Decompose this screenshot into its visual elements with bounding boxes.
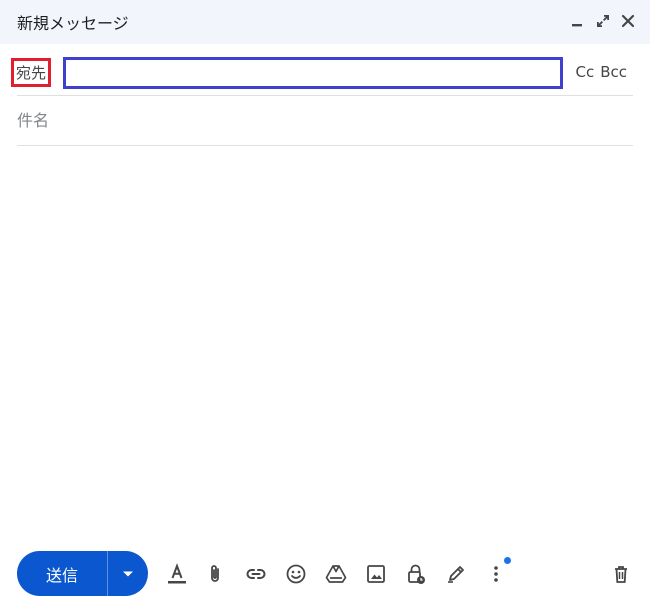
send-button-group: 送信	[17, 551, 148, 596]
close-button[interactable]	[617, 10, 639, 32]
discard-draft-button[interactable]	[609, 562, 633, 586]
cc-bcc-links: Cc Bcc	[575, 63, 627, 81]
confidential-mode-button[interactable]	[404, 562, 428, 586]
insert-link-button[interactable]	[244, 562, 268, 586]
subject-row	[17, 96, 633, 146]
minimize-icon	[572, 24, 582, 27]
insert-signature-button[interactable]	[444, 562, 468, 586]
cc-link[interactable]: Cc	[575, 63, 594, 81]
bcc-link[interactable]: Bcc	[600, 63, 627, 81]
trash-icon	[615, 566, 627, 583]
text-format-icon	[168, 563, 186, 584]
to-input[interactable]	[63, 57, 563, 89]
attach-file-button[interactable]	[203, 562, 227, 586]
message-body[interactable]	[17, 150, 637, 534]
expand-button[interactable]	[592, 10, 614, 32]
attach-icon	[211, 565, 219, 582]
compose-header: 新規メッセージ	[0, 0, 650, 44]
formatting-options-button[interactable]	[165, 562, 189, 586]
emoji-icon	[286, 564, 306, 584]
link-icon	[246, 569, 266, 579]
compose-title: 新規メッセージ	[17, 14, 129, 33]
notification-dot	[504, 557, 511, 564]
more-options-icon	[494, 566, 498, 582]
insert-photo-button[interactable]	[364, 562, 388, 586]
send-options-button[interactable]	[108, 551, 148, 596]
close-icon	[621, 14, 635, 28]
more-options-button[interactable]	[484, 562, 508, 586]
photo-icon	[367, 565, 385, 583]
caret-down-icon	[123, 571, 133, 576]
confidential-mode-icon	[408, 564, 425, 584]
insert-drive-file-button[interactable]	[324, 562, 348, 586]
recipients-row: 宛先 Cc Bcc	[11, 50, 633, 96]
to-label[interactable]: 宛先	[11, 58, 51, 87]
send-button[interactable]: 送信	[17, 551, 108, 596]
signature-icon	[448, 566, 464, 583]
insert-emoji-button[interactable]	[284, 562, 308, 586]
subject-input[interactable]	[17, 106, 617, 134]
minimize-button[interactable]	[566, 10, 588, 32]
expand-icon	[597, 15, 609, 27]
drive-icon	[325, 565, 347, 583]
